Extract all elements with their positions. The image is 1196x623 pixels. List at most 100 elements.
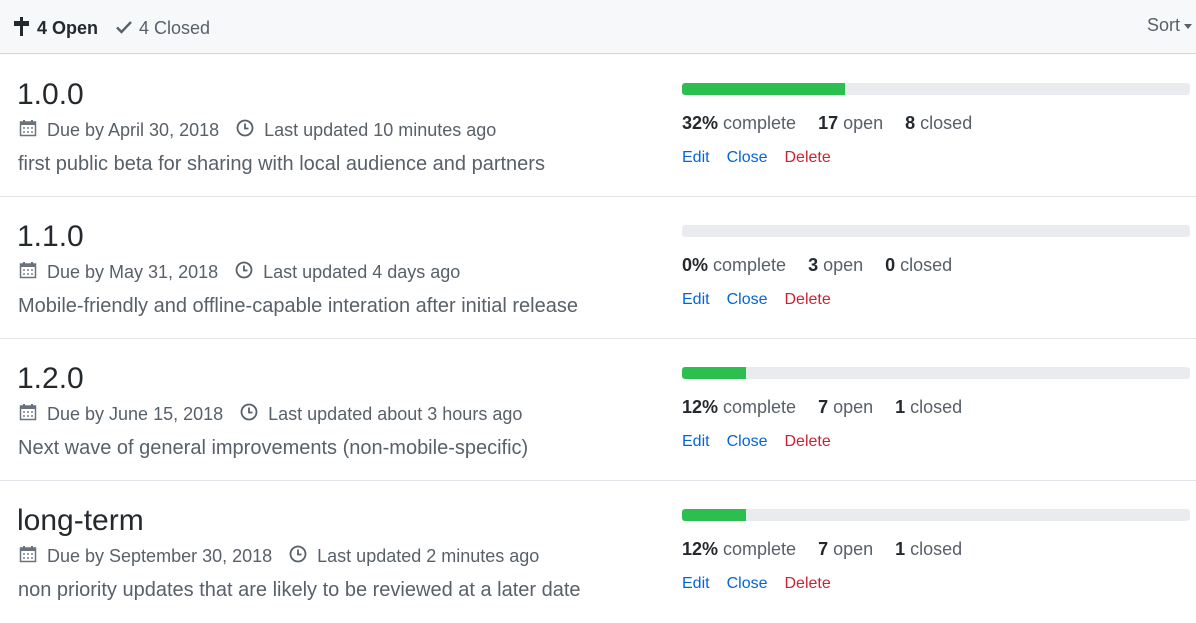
milestone-actions: Edit Close Delete — [682, 149, 848, 167]
close-button[interactable]: Close — [727, 433, 768, 451]
closed-label: closed — [910, 539, 963, 559]
due-date: Due by September 30, 2018 — [19, 545, 272, 568]
due-date: Due by April 30, 2018 — [19, 119, 219, 142]
open-issues[interactable]: 3 open — [808, 255, 863, 276]
percent-value: 12% — [682, 397, 719, 417]
close-button[interactable]: Close — [727, 149, 768, 167]
calendar-icon — [19, 119, 47, 142]
last-updated-text: Last updated about 3 hours ago — [268, 404, 523, 424]
calendar-icon — [19, 261, 47, 284]
milestone-stats: 32% complete 17 open 8 closed — [682, 113, 994, 134]
open-label: open — [823, 255, 864, 275]
milestone-stats: 12% complete 7 open 1 closed — [682, 397, 984, 418]
sort-label: Sort — [1146, 15, 1180, 35]
open-value: 7 — [818, 397, 829, 417]
percent-complete: 12% complete — [682, 539, 796, 560]
milestone-stats: 0% complete 3 open 0 closed — [682, 255, 974, 276]
progress-bar — [682, 509, 1190, 521]
edit-button[interactable]: Edit — [682, 575, 710, 593]
closed-issues[interactable]: 0 closed — [885, 255, 952, 276]
last-updated-text: Last updated 4 days ago — [263, 262, 461, 282]
milestone-row: 1.0.0 Due by April 30, 2018 Last updated… — [0, 55, 1196, 197]
last-updated: Last updated 2 minutes ago — [289, 545, 539, 568]
milestone-actions: Edit Close Delete — [682, 291, 848, 309]
closed-issues[interactable]: 1 closed — [895, 397, 962, 418]
milestones-header: 4 Open 4 Closed Sort — [0, 0, 1196, 54]
open-value: 3 — [808, 255, 819, 275]
open-milestones-tab[interactable]: 4 Open — [12, 15, 98, 42]
close-button[interactable]: Close — [727, 291, 768, 309]
percent-label: complete — [723, 397, 797, 417]
milestone-meta: Due by September 30, 2018 Last updated 2… — [19, 545, 556, 568]
open-value: 7 — [818, 539, 829, 559]
due-date: Due by June 15, 2018 — [19, 403, 223, 426]
progress-fill — [682, 367, 746, 379]
milestone-title[interactable]: long-term — [17, 503, 144, 539]
last-updated-text: Last updated 2 minutes ago — [317, 546, 540, 566]
open-issues[interactable]: 7 open — [818, 539, 873, 560]
milestone-title[interactable]: 1.2.0 — [17, 361, 84, 397]
closed-milestones-tab[interactable]: 4 Closed — [116, 18, 210, 39]
due-date-text: Due by May 31, 2018 — [47, 262, 219, 282]
delete-button[interactable]: Delete — [784, 149, 830, 167]
progress-fill — [682, 83, 845, 95]
milestone-meta: Due by June 15, 2018 Last updated about … — [19, 403, 539, 426]
last-updated: Last updated 4 days ago — [235, 261, 460, 284]
progress-bar — [682, 83, 1190, 95]
chevron-down-icon — [1184, 24, 1192, 29]
delete-button[interactable]: Delete — [784, 575, 830, 593]
percent-complete: 0% complete — [682, 255, 786, 276]
open-label: open — [833, 539, 874, 559]
milestone-title[interactable]: 1.0.0 — [17, 77, 84, 113]
close-button[interactable]: Close — [727, 575, 768, 593]
percent-label: complete — [723, 113, 797, 133]
milestone-description: Mobile-friendly and offline-capable inte… — [18, 295, 578, 317]
milestone-list: 1.0.0 Due by April 30, 2018 Last updated… — [0, 55, 1196, 623]
calendar-icon — [19, 545, 47, 568]
progress-bar — [682, 225, 1190, 237]
open-value: 17 — [818, 113, 839, 133]
percent-value: 32% — [682, 113, 719, 133]
percent-label: complete — [713, 255, 787, 275]
percent-complete: 32% complete — [682, 113, 796, 134]
milestone-meta: Due by April 30, 2018 Last updated 10 mi… — [19, 119, 513, 142]
closed-value: 8 — [905, 113, 916, 133]
milestone-description: Next wave of general improvements (non-m… — [18, 437, 529, 459]
delete-button[interactable]: Delete — [784, 291, 830, 309]
progress-fill — [682, 509, 746, 521]
due-date: Due by May 31, 2018 — [19, 261, 218, 284]
clock-icon — [289, 545, 317, 568]
open-issues[interactable]: 7 open — [818, 397, 873, 418]
progress-bar — [682, 367, 1190, 379]
closed-issues[interactable]: 1 closed — [895, 539, 962, 560]
open-count-label: 4 Open — [37, 18, 99, 38]
closed-label: closed — [910, 397, 963, 417]
edit-button[interactable]: Edit — [682, 149, 710, 167]
due-date-text: Due by September 30, 2018 — [47, 546, 273, 566]
milestone-icon — [12, 15, 37, 42]
closed-count-label: 4 Closed — [139, 18, 211, 38]
milestone-stats: 12% complete 7 open 1 closed — [682, 539, 984, 560]
closed-issues[interactable]: 8 closed — [905, 113, 972, 134]
last-updated: Last updated about 3 hours ago — [240, 403, 522, 426]
closed-label: closed — [920, 113, 973, 133]
closed-value: 1 — [895, 539, 906, 559]
percent-value: 12% — [682, 539, 719, 559]
check-icon — [116, 18, 139, 39]
closed-value: 0 — [885, 255, 896, 275]
calendar-icon — [19, 403, 47, 426]
last-updated-text: Last updated 10 minutes ago — [264, 120, 497, 140]
open-issues[interactable]: 17 open — [818, 113, 883, 134]
open-label: open — [843, 113, 884, 133]
sort-dropdown[interactable]: Sort — [1147, 15, 1192, 36]
closed-label: closed — [900, 255, 953, 275]
milestone-title[interactable]: 1.1.0 — [17, 219, 84, 255]
state-filter: 4 Open 4 Closed — [12, 15, 210, 42]
edit-button[interactable]: Edit — [682, 433, 710, 451]
due-date-text: Due by June 15, 2018 — [47, 404, 224, 424]
percent-complete: 12% complete — [682, 397, 796, 418]
last-updated: Last updated 10 minutes ago — [236, 119, 496, 142]
delete-button[interactable]: Delete — [784, 433, 830, 451]
milestone-row: 1.1.0 Due by May 31, 2018 Last updated 4… — [0, 197, 1196, 339]
edit-button[interactable]: Edit — [682, 291, 710, 309]
